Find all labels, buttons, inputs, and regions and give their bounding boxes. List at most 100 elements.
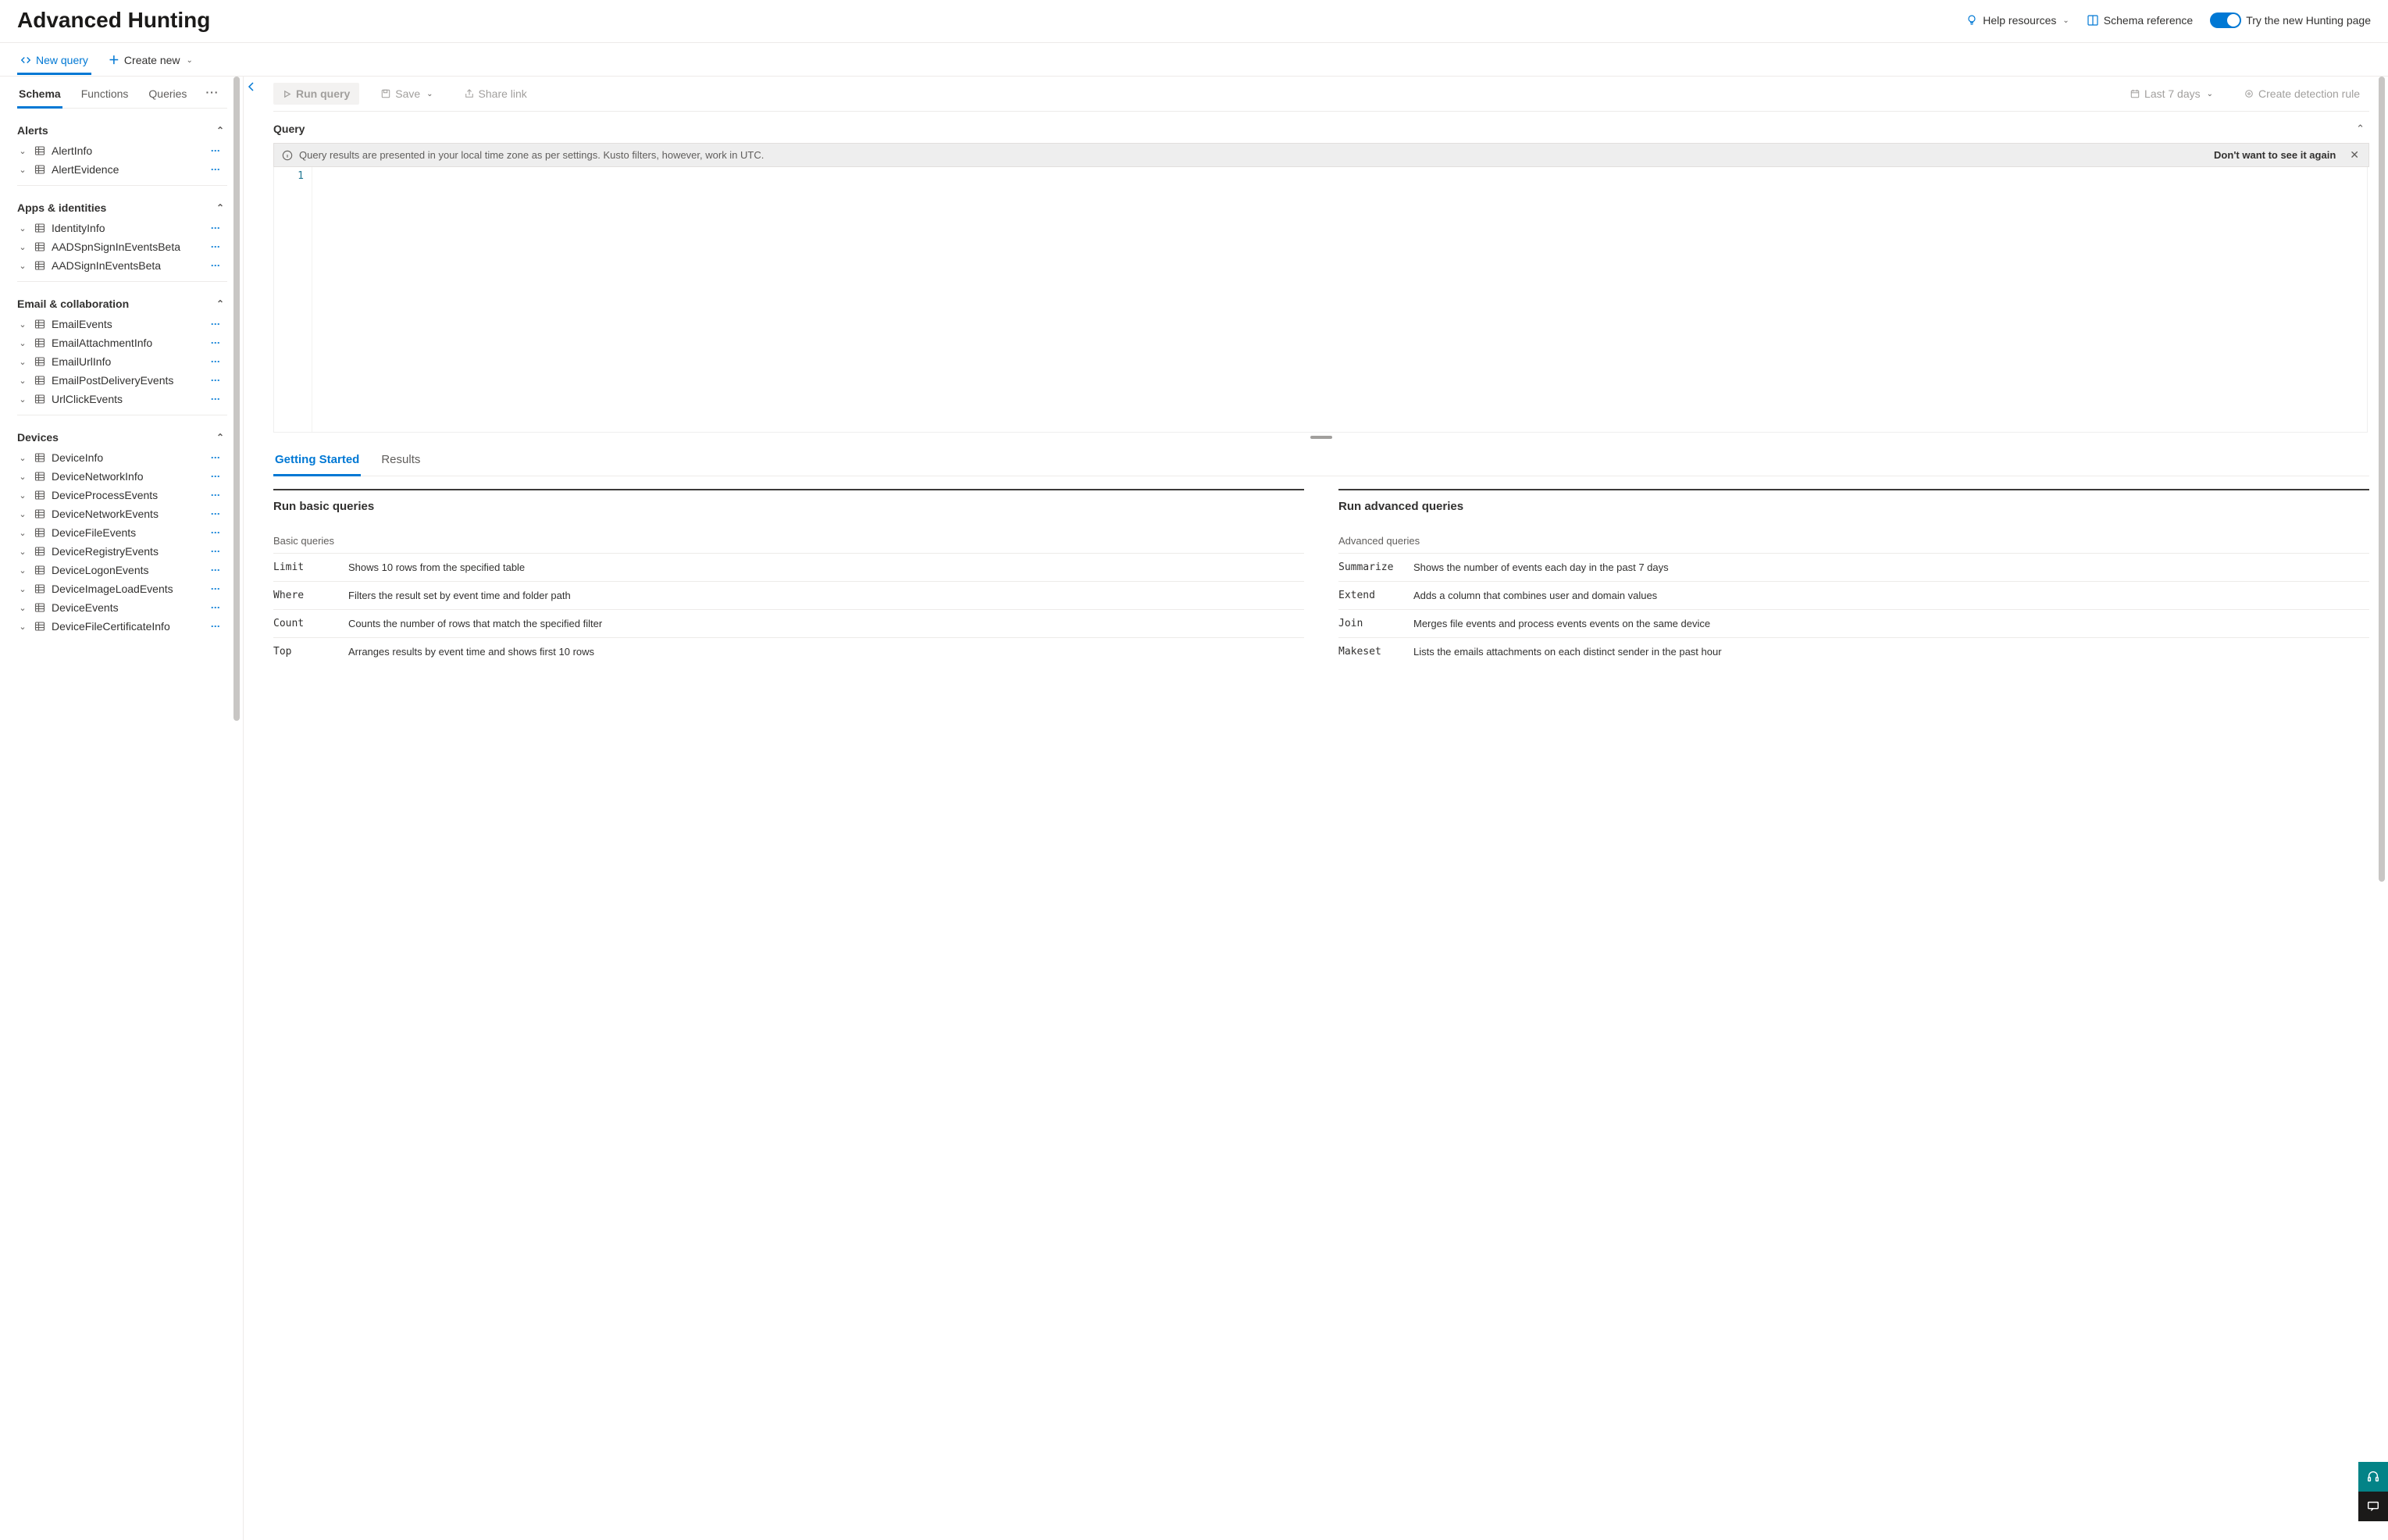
schema-group-header[interactable]: Devices⌃ bbox=[17, 426, 227, 448]
schema-table-item[interactable]: ⌄DeviceRegistryEvents⋮ bbox=[17, 542, 227, 561]
schema-table-name: EmailAttachmentInfo bbox=[52, 337, 152, 349]
chevron-down-icon: ⌄ bbox=[17, 490, 28, 501]
dismiss-info-link[interactable]: Don't want to see it again bbox=[2214, 149, 2336, 161]
chevron-down-icon: ⌄ bbox=[426, 90, 433, 98]
more-options-icon[interactable]: ⋮ bbox=[207, 490, 224, 501]
table-icon bbox=[34, 394, 45, 405]
schema-table-item[interactable]: ⌄EmailUrlInfo⋮ bbox=[17, 352, 227, 371]
time-range-label: Last 7 days bbox=[2144, 87, 2201, 100]
schema-group-header[interactable]: Alerts⌃ bbox=[17, 119, 227, 141]
schema-table-item[interactable]: ⌄DeviceNetworkEvents⋮ bbox=[17, 504, 227, 523]
query-example-row[interactable]: LimitShows 10 rows from the specified ta… bbox=[273, 553, 1304, 581]
schema-table-name: EmailUrlInfo bbox=[52, 355, 111, 368]
query-example-row[interactable]: SummarizeShows the number of events each… bbox=[1338, 553, 2369, 581]
more-options-icon[interactable]: ⋮ bbox=[207, 584, 224, 594]
schema-table-item[interactable]: ⌄DeviceLogonEvents⋮ bbox=[17, 561, 227, 579]
schema-table-item[interactable]: ⌄AlertEvidence⋮ bbox=[17, 160, 227, 179]
schema-table-item[interactable]: ⌄EmailEvents⋮ bbox=[17, 315, 227, 333]
more-options-icon[interactable]: ⋮ bbox=[207, 603, 224, 613]
timezone-info-bar: Query results are presented in your loca… bbox=[273, 143, 2369, 167]
more-options-icon[interactable]: ⋮ bbox=[207, 261, 224, 271]
schema-group: Alerts⌃⌄AlertInfo⋮⌄AlertEvidence⋮ bbox=[17, 119, 227, 186]
sidebar-tab-queries[interactable]: Queries bbox=[147, 81, 188, 108]
sidebar-tab-functions[interactable]: Functions bbox=[80, 81, 130, 108]
more-options-icon[interactable]: ⋮ bbox=[207, 338, 224, 348]
query-example-row[interactable]: CountCounts the number of rows that matc… bbox=[273, 609, 1304, 637]
more-options-icon[interactable]: ⋮ bbox=[207, 547, 224, 557]
schema-table-item[interactable]: ⌄EmailAttachmentInfo⋮ bbox=[17, 333, 227, 352]
schema-table-item[interactable]: ⌄UrlClickEvents⋮ bbox=[17, 390, 227, 408]
tab-new-query[interactable]: New query bbox=[17, 48, 91, 74]
sidebar-tabs-more[interactable]: ··· bbox=[205, 86, 219, 103]
time-range-button[interactable]: Last 7 days ⌄ bbox=[2121, 83, 2222, 105]
schema-table-item[interactable]: ⌄DeviceFileCertificateInfo⋮ bbox=[17, 617, 227, 636]
page-title: Advanced Hunting bbox=[17, 8, 210, 33]
tab-results[interactable]: Results bbox=[380, 445, 422, 476]
schema-reference-button[interactable]: Schema reference bbox=[2087, 14, 2193, 27]
more-options-icon[interactable]: ⋮ bbox=[207, 622, 224, 632]
sidebar-scrollbar[interactable] bbox=[230, 77, 243, 1540]
more-options-icon[interactable]: ⋮ bbox=[207, 394, 224, 405]
help-resources-button[interactable]: Help resources ⌄ bbox=[1966, 14, 2069, 27]
schema-table-item[interactable]: ⌄DeviceFileEvents⋮ bbox=[17, 523, 227, 542]
query-example-row[interactable]: ExtendAdds a column that combines user a… bbox=[1338, 581, 2369, 609]
close-icon[interactable]: ✕ bbox=[2347, 148, 2362, 162]
save-button[interactable]: Save ⌄ bbox=[372, 83, 442, 105]
query-editor[interactable]: 1 bbox=[273, 167, 2368, 433]
query-results-splitter[interactable] bbox=[273, 433, 2369, 442]
feedback-button[interactable] bbox=[2358, 1492, 2388, 1521]
save-icon bbox=[381, 89, 390, 98]
more-options-icon[interactable]: ⋮ bbox=[207, 509, 224, 519]
schema-table-item[interactable]: ⌄DeviceInfo⋮ bbox=[17, 448, 227, 467]
more-options-icon[interactable]: ⋮ bbox=[207, 223, 224, 233]
schema-table-item[interactable]: ⌄EmailPostDeliveryEvents⋮ bbox=[17, 371, 227, 390]
query-description: Adds a column that combines user and dom… bbox=[1413, 590, 2369, 601]
more-options-icon[interactable]: ⋮ bbox=[207, 565, 224, 576]
share-link-button[interactable]: Share link bbox=[455, 83, 536, 105]
splitter-handle-icon bbox=[1310, 436, 1332, 439]
more-options-icon[interactable]: ⋮ bbox=[207, 146, 224, 156]
more-options-icon[interactable]: ⋮ bbox=[207, 528, 224, 538]
schema-table-item[interactable]: ⌄DeviceNetworkInfo⋮ bbox=[17, 467, 227, 486]
page-header: Advanced Hunting Help resources ⌄ Schema… bbox=[0, 0, 2388, 43]
more-options-icon[interactable]: ⋮ bbox=[207, 165, 224, 175]
query-keyword: Summarize bbox=[1338, 561, 1413, 573]
more-options-icon[interactable]: ⋮ bbox=[207, 357, 224, 367]
create-detection-rule-button[interactable]: Create detection rule bbox=[2235, 83, 2369, 105]
main-scrollbar[interactable] bbox=[2376, 77, 2388, 1540]
query-example-row[interactable]: MakesetLists the emails attachments on e… bbox=[1338, 637, 2369, 665]
sidebar-tab-schema[interactable]: Schema bbox=[17, 81, 62, 108]
tab-getting-started[interactable]: Getting Started bbox=[273, 445, 361, 476]
schema-table-item[interactable]: ⌄AlertInfo⋮ bbox=[17, 141, 227, 160]
query-example-row[interactable]: WhereFilters the result set by event tim… bbox=[273, 581, 1304, 609]
query-example-row[interactable]: TopArranges results by event time and sh… bbox=[273, 637, 1304, 665]
schema-group-header[interactable]: Email & collaboration⌃ bbox=[17, 293, 227, 315]
more-options-icon[interactable]: ⋮ bbox=[207, 453, 224, 463]
more-options-icon[interactable]: ⋮ bbox=[207, 242, 224, 252]
editor-content[interactable] bbox=[312, 167, 2367, 432]
query-example-row[interactable]: JoinMerges file events and process event… bbox=[1338, 609, 2369, 637]
schema-group-header[interactable]: Apps & identities⌃ bbox=[17, 197, 227, 219]
table-icon bbox=[34, 145, 45, 156]
headset-help-button[interactable] bbox=[2358, 1462, 2388, 1492]
scrollbar-thumb[interactable] bbox=[2379, 77, 2385, 882]
collapse-query-chevron[interactable]: ⌃ bbox=[2356, 123, 2365, 135]
more-options-icon[interactable]: ⋮ bbox=[207, 472, 224, 482]
schema-table-item[interactable]: ⌄DeviceEvents⋮ bbox=[17, 598, 227, 617]
schema-table-name: DeviceNetworkEvents bbox=[52, 508, 159, 520]
collapse-sidebar-button[interactable] bbox=[244, 77, 259, 1540]
schema-table-item[interactable]: ⌄DeviceProcessEvents⋮ bbox=[17, 486, 227, 504]
schema-table-item[interactable]: ⌄DeviceImageLoadEvents⋮ bbox=[17, 579, 227, 598]
table-icon bbox=[34, 508, 45, 519]
try-new-hunting-toggle[interactable]: Try the new Hunting page bbox=[2210, 12, 2371, 28]
schema-table-item[interactable]: ⌄AADSpnSignInEventsBeta⋮ bbox=[17, 237, 227, 256]
more-options-icon[interactable]: ⋮ bbox=[207, 376, 224, 386]
table-icon bbox=[34, 583, 45, 594]
create-new-button[interactable]: ＋ Create new ⌄ bbox=[105, 46, 196, 76]
schema-table-item[interactable]: ⌄AADSignInEventsBeta⋮ bbox=[17, 256, 227, 275]
scrollbar-thumb[interactable] bbox=[233, 77, 240, 721]
chevron-down-icon: ⌄ bbox=[17, 376, 28, 386]
more-options-icon[interactable]: ⋮ bbox=[207, 319, 224, 330]
schema-table-item[interactable]: ⌄IdentityInfo⋮ bbox=[17, 219, 227, 237]
run-query-button[interactable]: Run query bbox=[273, 83, 359, 105]
